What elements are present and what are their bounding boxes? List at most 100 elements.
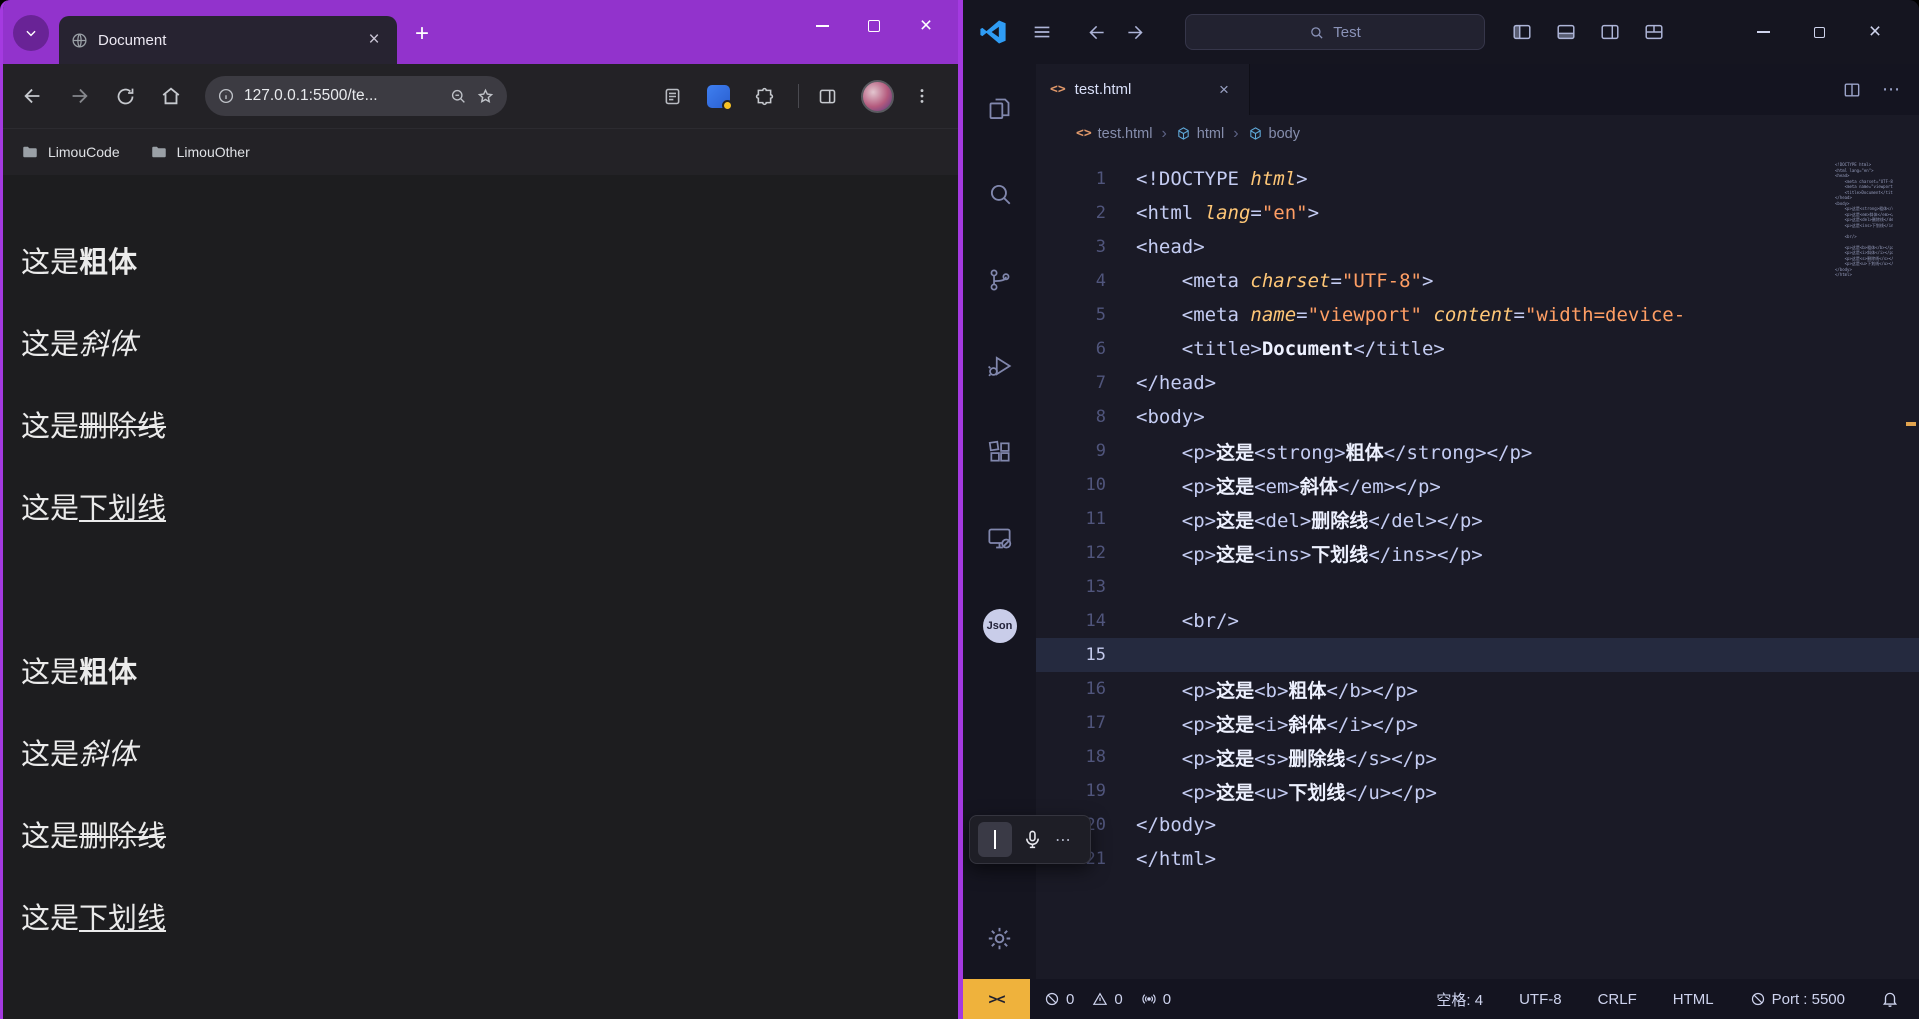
close-button[interactable]: × (900, 6, 952, 46)
tab-title: Document (98, 32, 353, 49)
status-item[interactable]: 空格: 4 (1436, 989, 1483, 1010)
code-text: <p>这是<i>斜体</i></p> (1136, 710, 1418, 737)
tab-search-button[interactable] (13, 15, 49, 51)
maximize-button[interactable] (848, 6, 900, 46)
zoom-icon[interactable] (449, 87, 467, 105)
minimize-button[interactable] (1735, 10, 1791, 54)
explorer-button[interactable] (985, 93, 1015, 123)
close-button[interactable]: × (1847, 10, 1903, 54)
browser-toolbar: 127.0.0.1:5500/te... (3, 64, 958, 128)
json-extension-button[interactable]: Json (983, 609, 1017, 643)
extensions-icon (987, 439, 1013, 465)
split-editor-icon[interactable] (1842, 80, 1862, 100)
live-preview-button[interactable] (985, 523, 1015, 553)
extension-a-button[interactable] (652, 76, 692, 116)
code-line[interactable]: 11 <p>这是<del>删除线</del></p> (1036, 502, 1919, 536)
code-text: <p>这是<s>删除线</s></p> (1136, 744, 1437, 771)
settings-gear-button[interactable] (985, 923, 1015, 953)
code-text: </html> (1136, 848, 1216, 870)
voice-widget-more-button[interactable]: ⋯ (1055, 830, 1072, 850)
run-debug-button[interactable] (985, 351, 1015, 381)
code-line[interactable]: 2<html lang="en"> (1036, 196, 1919, 230)
forwarded-ports[interactable]: 0 (1141, 991, 1171, 1008)
status-item[interactable]: Port : 5500 (1750, 991, 1845, 1008)
go-forward-icon[interactable] (1124, 22, 1145, 43)
bookmark-star-icon[interactable] (476, 87, 495, 106)
editor-tab[interactable]: <> test.html × (1036, 64, 1250, 115)
code-line[interactable]: 21</html> (1036, 842, 1919, 876)
code-line[interactable]: 17 <p>这是<i>斜体</i></p> (1036, 706, 1919, 740)
problems-errors[interactable]: 0 (1044, 991, 1074, 1008)
extensions-puzzle-button[interactable] (744, 76, 784, 116)
code-line[interactable]: 13 (1036, 570, 1919, 604)
code-line[interactable]: 18 <p>这是<s>删除线</s></p> (1036, 740, 1919, 774)
back-button[interactable] (13, 76, 53, 116)
remote-indicator[interactable]: >< (963, 979, 1030, 1019)
forward-button[interactable] (59, 76, 99, 116)
command-center-search[interactable]: Test (1185, 14, 1485, 50)
minimize-button[interactable] (796, 6, 848, 46)
code-line[interactable]: 5 <meta name="viewport" content="width=d… (1036, 298, 1919, 332)
maximize-button[interactable] (1791, 10, 1847, 54)
editor-more-button[interactable]: ⋯ (1882, 79, 1901, 100)
profile-avatar[interactable] (861, 80, 894, 113)
extension-b-button[interactable] (698, 76, 738, 116)
menu-button[interactable] (1031, 21, 1053, 43)
problems-warnings[interactable]: 0 (1092, 991, 1122, 1008)
tab-close-icon[interactable]: × (363, 29, 385, 51)
go-back-icon[interactable] (1087, 22, 1108, 43)
search-button[interactable] (985, 179, 1015, 209)
source-control-button[interactable] (985, 265, 1015, 295)
minimap[interactable]: <!DOCTYPE html> <html lang="en"> <head> … (1835, 162, 1893, 290)
breadcrumb-item[interactable]: html (1176, 126, 1224, 142)
customize-layout-icon[interactable] (1643, 21, 1665, 43)
home-button[interactable] (151, 76, 191, 116)
bookmark-item[interactable]: LimouCode (21, 143, 120, 161)
status-item[interactable]: HTML (1673, 991, 1714, 1008)
code-line[interactable]: 8<body> (1036, 400, 1919, 434)
status-item[interactable]: UTF-8 (1519, 991, 1562, 1008)
code-line[interactable]: 3<head> (1036, 230, 1919, 264)
toggle-secondary-sidebar-icon[interactable] (1599, 21, 1621, 43)
code-line[interactable]: 16 <p>这是<b>粗体</b></p> (1036, 672, 1919, 706)
blue-extension-icon (707, 85, 730, 108)
browser-menu-button[interactable] (902, 76, 942, 116)
extensions-button[interactable] (985, 437, 1015, 467)
address-bar[interactable]: 127.0.0.1:5500/te... (205, 76, 507, 116)
notifications-button[interactable] (1881, 990, 1919, 1008)
bell-icon (1881, 990, 1899, 1008)
code-line[interactable]: 7</head> (1036, 366, 1919, 400)
toggle-panel-icon[interactable] (1555, 21, 1577, 43)
toggle-sidebar-icon[interactable] (1511, 21, 1533, 43)
code-line[interactable]: 1<!DOCTYPE html> (1036, 162, 1919, 196)
bookmark-item[interactable]: LimouOther (150, 143, 250, 161)
breadcrumb-item[interactable]: <>test.html (1076, 126, 1152, 142)
code-line[interactable]: 10 <p>这是<em>斜体</em></p> (1036, 468, 1919, 502)
code-line[interactable]: 4 <meta charset="UTF-8"> (1036, 264, 1919, 298)
code-line[interactable]: 19 <p>这是<u>下划线</u></p> (1036, 774, 1919, 808)
line-number: 15 (1036, 645, 1136, 665)
site-info-icon[interactable] (217, 87, 235, 105)
microphone-icon[interactable] (1022, 829, 1043, 850)
code-line[interactable]: 12 <p>这是<ins>下划线</ins></p> (1036, 536, 1919, 570)
puzzle-icon (754, 86, 775, 107)
new-tab-button[interactable]: + (415, 22, 429, 46)
code-line[interactable]: 15 (1036, 638, 1919, 672)
status-item[interactable]: CRLF (1598, 991, 1637, 1008)
code-line[interactable]: 6 <title>Document</title> (1036, 332, 1919, 366)
tab-close-icon[interactable]: × (1213, 79, 1235, 101)
monitor-icon (986, 525, 1013, 552)
editor-column: <> test.html × ⋯ <>test.html›html›body 1… (1036, 64, 1919, 979)
breadcrumb-item[interactable]: body (1248, 126, 1300, 142)
browser-tab[interactable]: Document × (59, 16, 397, 64)
code-editor[interactable]: 1<!DOCTYPE html>2<html lang="en">3<head>… (1036, 152, 1919, 979)
side-panel-button[interactable] (807, 76, 847, 116)
text-cursor-button[interactable] (978, 822, 1012, 857)
code-text: <p>这是<em>斜体</em></p> (1136, 472, 1441, 499)
code-line[interactable]: 20</body> (1036, 808, 1919, 842)
code-line[interactable]: 14 <br/> (1036, 604, 1919, 638)
bookmark-label: LimouCode (48, 144, 120, 160)
code-text: <head> (1136, 236, 1205, 258)
reload-button[interactable] (105, 76, 145, 116)
code-line[interactable]: 9 <p>这是<strong>粗体</strong></p> (1036, 434, 1919, 468)
